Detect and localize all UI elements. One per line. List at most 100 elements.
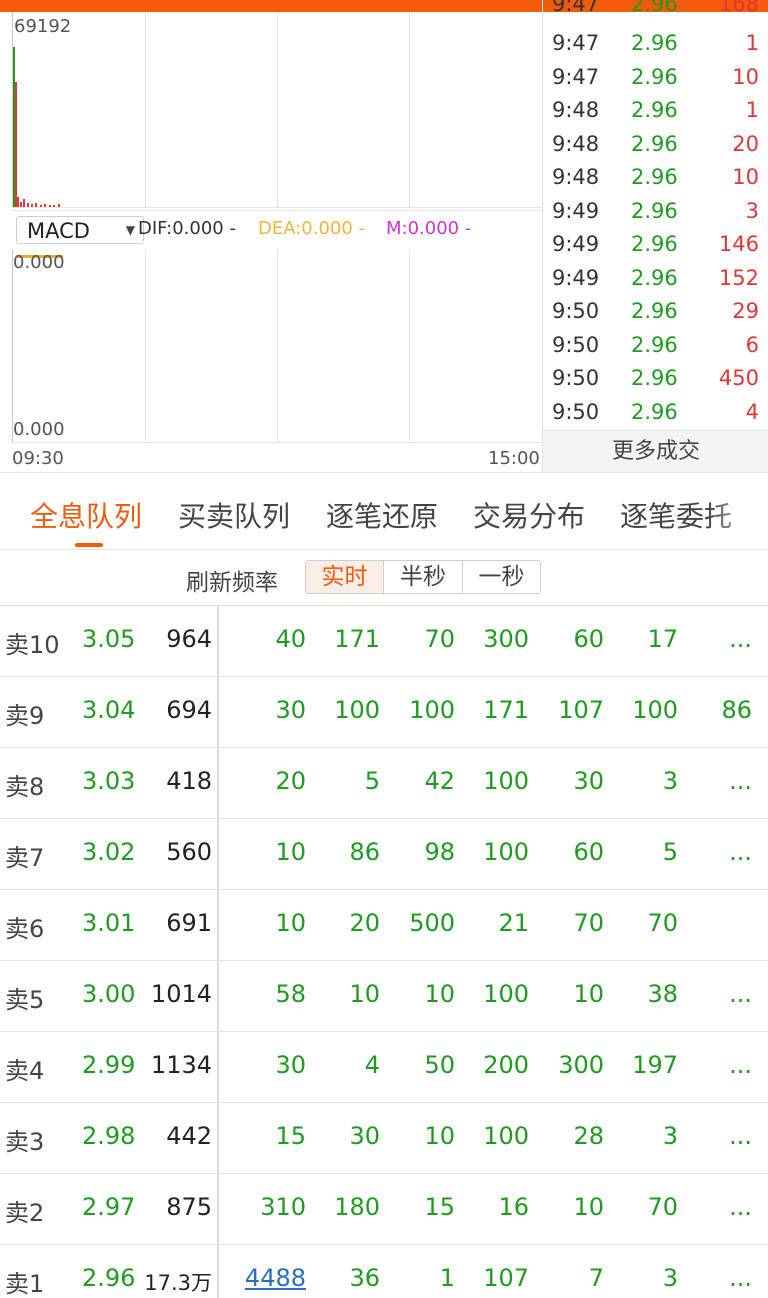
- trade-ticks-list[interactable]: 9:47 2.96 168 9:47 2.96 1 9:47 2.96 10 9:48 2.9…: [542, 0, 768, 472]
- order-price: 2.99: [82, 1051, 136, 1079]
- order-queue-qty: 200: [483, 1051, 529, 1079]
- order-queue-qty: 3: [662, 767, 678, 795]
- order-row: 卖7 3.02 560 10 86 98 100 60 5...: [0, 819, 768, 890]
- order-queue-qty: 180: [334, 1193, 380, 1221]
- order-price: 2.98: [82, 1122, 136, 1150]
- order-queue-qty: 70: [573, 909, 604, 937]
- tab-bid-ask-queue[interactable]: 买卖队列: [178, 495, 290, 535]
- order-queue-qty: 171: [334, 625, 380, 653]
- order-row: 卖9 3.04 694 30 100 100 171 107 100 86: [0, 677, 768, 748]
- order-queue-qty: ...: [729, 838, 752, 866]
- tab-full-queue[interactable]: 全息队列: [30, 495, 142, 535]
- order-queue-qty: ...: [729, 625, 752, 653]
- tick-row: 9:50 2.96 6: [543, 333, 768, 367]
- depth-tabs: 全息队列 买卖队列 逐笔还原 交易分布 逐笔委托: [0, 472, 768, 550]
- order-row: 卖5 3.00 1014 58 10 10 100 10 38...: [0, 961, 768, 1032]
- tick-volume: 10: [732, 65, 759, 89]
- order-queue-qty: 100: [483, 767, 529, 795]
- volume-bar: [53, 205, 55, 207]
- order-queue-qty: 28: [573, 1122, 604, 1150]
- tick-price: 2.96: [631, 0, 678, 16]
- refresh-option-half-second[interactable]: 半秒: [383, 560, 463, 594]
- grid-line: [145, 250, 146, 443]
- order-total-volume: 694: [166, 696, 212, 724]
- tab-trade-distribution[interactable]: 交易分布: [473, 495, 585, 535]
- tick-volume: 20: [732, 132, 759, 156]
- tick-time: 9:48: [552, 165, 600, 189]
- tick-price: 2.96: [631, 65, 678, 89]
- tab-tick-restore[interactable]: 逐笔还原: [326, 495, 438, 535]
- order-queue-qty: 10: [424, 980, 455, 1008]
- volume-max-label: 69192: [14, 16, 72, 37]
- order-queue-qty: 70: [647, 1193, 678, 1221]
- order-queue-link[interactable]: 4488: [236, 1264, 306, 1292]
- order-queue-qty: 40: [275, 625, 306, 653]
- order-price: 3.02: [82, 838, 136, 866]
- tick-price: 2.96: [631, 199, 678, 223]
- tick-price: 2.96: [631, 366, 678, 390]
- order-queue-qty: 15: [424, 1193, 455, 1221]
- tick-price: 2.96: [631, 31, 678, 55]
- tick-row: 9:48 2.96 1: [543, 98, 768, 132]
- order-queue-qty: ...: [729, 1051, 752, 1079]
- order-queue-qty: 107: [483, 1264, 529, 1292]
- order-queue-qty: 30: [275, 1051, 306, 1079]
- order-total-volume: 560: [166, 838, 212, 866]
- tick-time: 9:50: [552, 333, 600, 357]
- tick-volume: 3: [745, 199, 759, 223]
- order-price: 2.96: [82, 1264, 136, 1292]
- order-queue-qty: 42: [424, 767, 455, 795]
- grid-line: [409, 250, 410, 443]
- tick-time: 9:49: [552, 266, 600, 290]
- order-queue-qty: 16: [498, 1193, 529, 1221]
- refresh-option-realtime[interactable]: 实时: [305, 560, 384, 594]
- intraday-chart[interactable]: 69192 MACD ▼ DIF:0.000 - DEA:0.000 - M:0…: [0, 12, 542, 472]
- order-total-volume: 442: [166, 1122, 212, 1150]
- order-total-volume: 691: [166, 909, 212, 937]
- tick-volume: 29: [732, 299, 759, 323]
- order-total-volume: 17.3万: [144, 1271, 212, 1295]
- order-level-label: 卖3: [5, 1128, 45, 1156]
- order-queue-qty: 10: [275, 838, 306, 866]
- order-queue-qty: ...: [729, 980, 752, 1008]
- order-queue-qty: 1: [439, 1264, 455, 1292]
- volume-bar: [23, 199, 25, 207]
- order-queue-qty: 70: [424, 625, 455, 653]
- refresh-option-one-second[interactable]: 一秒: [462, 560, 541, 594]
- macd-dif-value: DIF:0.000 -: [138, 218, 236, 239]
- volume-bar: [44, 204, 46, 207]
- order-queue-qty: 5: [662, 838, 678, 866]
- order-queue-qty: 30: [573, 767, 604, 795]
- order-queue-qty: 60: [573, 625, 604, 653]
- tick-row: 9:48 2.96 10: [543, 165, 768, 199]
- order-queue-qty: 300: [483, 625, 529, 653]
- order-queue-qty: 107: [558, 696, 604, 724]
- order-queue-qty: 100: [334, 696, 380, 724]
- tick-time: 9:49: [552, 199, 600, 223]
- indicator-select-value: MACD: [27, 219, 90, 243]
- order-queue-qty: 10: [573, 1193, 604, 1221]
- order-queue-qty: 38: [647, 980, 678, 1008]
- indicator-select[interactable]: MACD ▼: [16, 216, 144, 258]
- tick-volume: 450: [718, 366, 759, 390]
- order-queue-table[interactable]: 卖10 3.05 964 40 171 70 300 60 17... 卖9 3.04 694 30 10…: [0, 606, 768, 1298]
- order-queue-qty: 500: [409, 909, 455, 937]
- order-level-label: 卖5: [5, 986, 45, 1014]
- order-price: 3.00: [82, 980, 136, 1008]
- order-price: 3.04: [82, 696, 136, 724]
- volume-bar: [40, 205, 42, 207]
- order-level-label: 卖9: [5, 702, 45, 730]
- time-axis-start: 09:30: [12, 448, 64, 469]
- order-row: 卖3 2.98 442 15 30 10 100 28 3...: [0, 1103, 768, 1174]
- order-queue-qty: 30: [275, 696, 306, 724]
- order-queue-qty: 15: [275, 1122, 306, 1150]
- tick-price: 2.96: [631, 266, 678, 290]
- grid-line: [409, 12, 410, 208]
- order-queue-qty: 100: [483, 838, 529, 866]
- order-price: 3.05: [82, 625, 136, 653]
- tick-price: 2.96: [631, 333, 678, 357]
- macd-axis-top: 0.000: [13, 252, 65, 273]
- more-trades-button[interactable]: 更多成交: [543, 430, 768, 472]
- order-queue-qty: 50: [424, 1051, 455, 1079]
- order-row: 卖8 3.03 418 20 5 42 100 30 3...: [0, 748, 768, 819]
